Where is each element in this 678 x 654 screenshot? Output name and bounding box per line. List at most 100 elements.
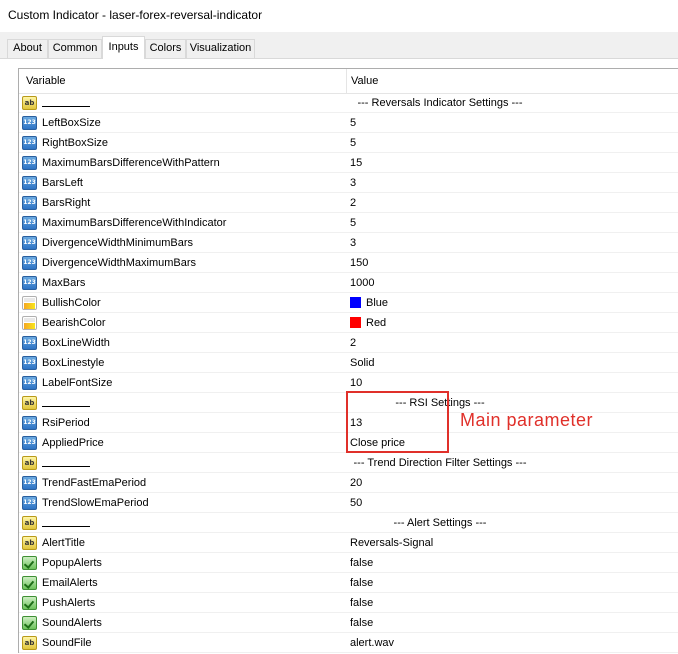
input-row-alerttitle[interactable]: AlertTitle Reversals-Signal (19, 533, 678, 553)
variable-value[interactable]: false (350, 573, 373, 593)
variable-name: AlertTitle (42, 537, 85, 549)
column-header-variable[interactable]: Variable (26, 69, 66, 93)
section-title[interactable]: --- Alert Settings --- (350, 513, 530, 533)
input-row-trendslowemaperiod[interactable]: TrendSlowEmaPeriod 50 (19, 493, 678, 513)
input-row-labelfontsize[interactable]: LabelFontSize 10 (19, 373, 678, 393)
variable-value[interactable]: Blue (350, 293, 388, 313)
column-header-value[interactable]: Value (351, 69, 378, 93)
input-row-leftboxsize[interactable]: LeftBoxSize 5 (19, 113, 678, 133)
input-row-trendfastemaperiod[interactable]: TrendFastEmaPeriod 20 (19, 473, 678, 493)
variable-value[interactable]: 1000 (350, 273, 374, 293)
string-type-icon (22, 456, 37, 470)
integer-type-icon (22, 236, 37, 250)
variable-value[interactable]: 3 (350, 173, 356, 193)
input-row-barsleft[interactable]: BarsLeft 3 (19, 173, 678, 193)
variable-name: LabelFontSize (42, 377, 113, 389)
variable-name: RsiPeriod (42, 417, 90, 429)
variable-value[interactable]: 2 (350, 333, 356, 353)
variable-name: BoxLineWidth (42, 337, 110, 349)
input-row-maximumbarsdifferencewithpattern[interactable]: MaximumBarsDifferenceWithPattern 15 (19, 153, 678, 173)
variable-name: SoundAlerts (42, 617, 102, 629)
color-name: Blue (366, 297, 389, 309)
tab-visualization[interactable]: Visualization (186, 39, 255, 58)
color-swatch (350, 297, 361, 308)
variable-value[interactable]: false (350, 613, 373, 633)
tab-inputs[interactable]: Inputs (102, 36, 145, 59)
variable-value[interactable]: false (350, 593, 373, 613)
integer-type-icon (22, 476, 37, 490)
boolean-type-icon (22, 616, 37, 630)
tab-about[interactable]: About (7, 39, 48, 58)
input-row-maxbars[interactable]: MaxBars 1000 (19, 273, 678, 293)
variable-name: DivergenceWidthMaximumBars (42, 257, 197, 269)
integer-type-icon (22, 116, 37, 130)
variable-name: BullishColor (42, 297, 101, 309)
color-type-icon (22, 296, 37, 310)
integer-type-icon (22, 276, 37, 290)
input-row-pushalerts[interactable]: PushAlerts false (19, 593, 678, 613)
variable-value[interactable]: 2 (350, 193, 356, 213)
variable-value[interactable]: 50 (350, 493, 362, 513)
variable-value[interactable]: 3 (350, 233, 356, 253)
variable-value[interactable]: Reversals-Signal (350, 533, 433, 553)
section-placeholder (42, 393, 90, 407)
variable-value[interactable]: 15 (350, 153, 362, 173)
variable-value[interactable]: 150 (350, 253, 368, 273)
input-row-soundfile[interactable]: SoundFile alert.wav (19, 633, 678, 653)
input-row-barsright[interactable]: BarsRight 2 (19, 193, 678, 213)
section-row[interactable]: --- Reversals Indicator Settings --- (19, 93, 678, 113)
input-row-divergencewidthminimumbars[interactable]: DivergenceWidthMinimumBars 3 (19, 233, 678, 253)
section-row[interactable]: --- Alert Settings --- (19, 513, 678, 533)
input-row-boxlinewidth[interactable]: BoxLineWidth 2 (19, 333, 678, 353)
tab-colors[interactable]: Colors (145, 39, 186, 58)
variable-value[interactable]: 20 (350, 473, 362, 493)
integer-type-icon (22, 376, 37, 390)
section-placeholder (42, 513, 90, 527)
inputs-grid: Variable Value --- Reversals Indicator S… (18, 68, 678, 653)
variable-value[interactable]: false (350, 553, 373, 573)
variable-name: LeftBoxSize (42, 117, 101, 129)
input-row-divergencewidthmaximumbars[interactable]: DivergenceWidthMaximumBars 150 (19, 253, 678, 273)
variable-value[interactable]: alert.wav (350, 633, 394, 653)
variable-value[interactable]: 10 (350, 373, 362, 393)
string-type-icon (22, 636, 37, 650)
variable-name: TrendSlowEmaPeriod (42, 497, 149, 509)
variable-value[interactable]: 5 (350, 113, 356, 133)
section-title[interactable]: --- Trend Direction Filter Settings --- (350, 453, 530, 473)
input-row-emailalerts[interactable]: EmailAlerts false (19, 573, 678, 593)
section-placeholder (42, 93, 90, 107)
section-title[interactable]: --- Reversals Indicator Settings --- (350, 93, 530, 113)
annotation-label: Main parameter (460, 410, 594, 430)
integer-type-icon (22, 356, 37, 370)
variable-value[interactable]: Red (350, 313, 386, 333)
input-row-soundalerts[interactable]: SoundAlerts false (19, 613, 678, 633)
input-row-rightboxsize[interactable]: RightBoxSize 5 (19, 133, 678, 153)
color-type-icon (22, 316, 37, 330)
integer-type-icon (22, 136, 37, 150)
variable-value[interactable]: Solid (350, 353, 374, 373)
variable-name: BarsLeft (42, 177, 83, 189)
tab-common[interactable]: Common (48, 39, 102, 58)
variable-name: BearishColor (42, 317, 106, 329)
boolean-type-icon (22, 576, 37, 590)
color-name: Red (366, 317, 387, 329)
input-row-popupalerts[interactable]: PopupAlerts false (19, 553, 678, 573)
column-separator[interactable] (346, 69, 347, 93)
integer-type-icon (22, 256, 37, 270)
section-row[interactable]: --- Trend Direction Filter Settings --- (19, 453, 678, 473)
integer-type-icon (22, 196, 37, 210)
input-row-bearishcolor[interactable]: BearishColor Red (19, 313, 678, 333)
variable-value[interactable]: 5 (350, 133, 356, 153)
string-type-icon (22, 96, 37, 110)
variable-name: BarsRight (42, 197, 91, 209)
input-row-maximumbarsdifferencewithindicator[interactable]: MaximumBarsDifferenceWithIndicator 5 (19, 213, 678, 233)
variable-name: MaxBars (42, 277, 86, 289)
integer-type-icon (22, 416, 37, 430)
input-row-boxlinestyle[interactable]: BoxLinestyle Solid (19, 353, 678, 373)
input-row-bullishcolor[interactable]: BullishColor Blue (19, 293, 678, 313)
integer-type-icon (22, 436, 37, 450)
variable-name: DivergenceWidthMinimumBars (42, 237, 193, 249)
variable-name: EmailAlerts (42, 577, 98, 589)
variable-value[interactable]: 5 (350, 213, 356, 233)
integer-type-icon (22, 216, 37, 230)
